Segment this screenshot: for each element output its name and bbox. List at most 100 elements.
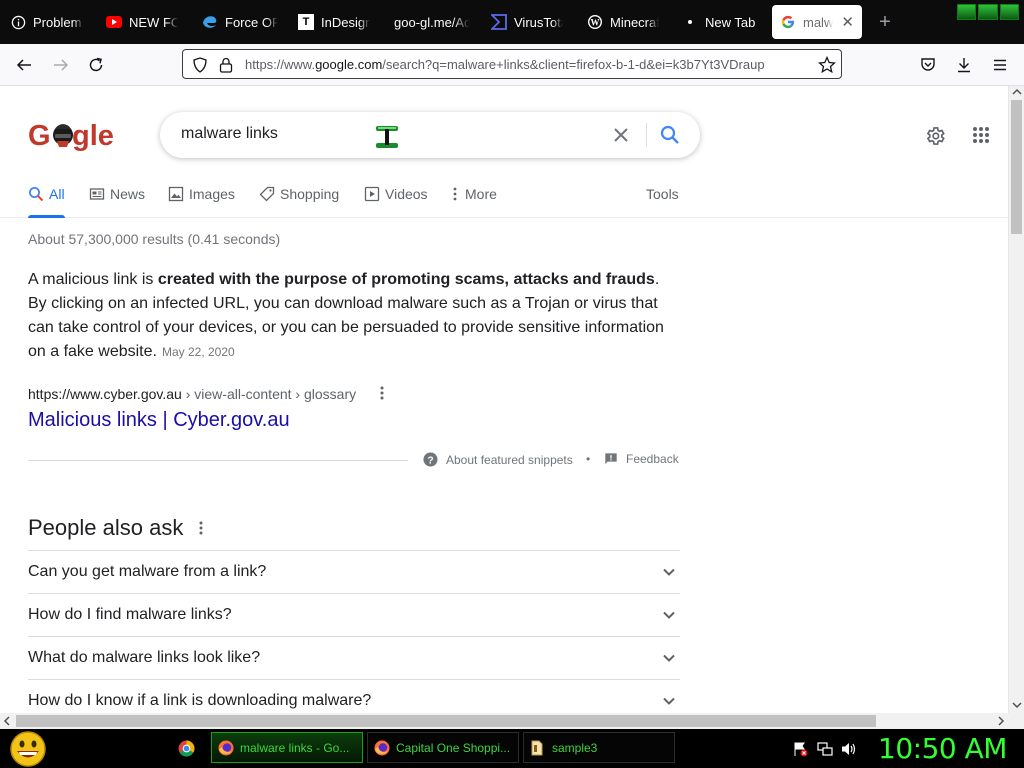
separator-dot: • xyxy=(586,452,591,466)
scroll-right-arrow-icon[interactable] xyxy=(997,716,1005,726)
tab-virustotal[interactable]: VirusTotal xyxy=(491,5,563,39)
help-circle-icon: ? xyxy=(423,452,438,467)
taskbar-task-firefox-malware[interactable]: malware links - Go... xyxy=(211,732,363,763)
paa-options-icon[interactable] xyxy=(198,520,204,536)
desktop-screen: Problem loading page NEW FORMAT Force OP… xyxy=(0,0,1024,768)
tab-force-op[interactable]: Force OP xyxy=(202,5,278,39)
app-menu-button[interactable] xyxy=(985,50,1015,80)
paa-question[interactable]: How do I know if a link is downloading m… xyxy=(28,679,680,713)
new-tab-button[interactable]: + xyxy=(874,10,896,34)
tab-label: goo-gl.me/Ad xyxy=(394,14,470,30)
tab-all-label: All xyxy=(49,186,65,202)
forward-button[interactable] xyxy=(46,50,76,80)
tab-malware-links[interactable]: malware links ✕ xyxy=(772,5,862,39)
tools-label: Tools xyxy=(646,186,679,202)
tab-news[interactable]: News xyxy=(89,186,145,218)
maximize-button[interactable] xyxy=(978,4,998,20)
tab-videos[interactable]: Videos xyxy=(364,186,428,218)
svg-text:W: W xyxy=(591,18,600,28)
people-also-ask-heading: People also ask xyxy=(28,515,184,540)
paa-question[interactable]: How do I find malware links? xyxy=(28,593,680,636)
forward-arrow-icon xyxy=(54,59,69,71)
dot-icon xyxy=(682,14,698,30)
paa-question[interactable]: What do malware links look like? xyxy=(28,636,680,679)
chevron-down-icon xyxy=(663,654,675,662)
paa-question-text: How do I know if a link is downloading m… xyxy=(28,692,372,709)
scroll-up-arrow-icon[interactable] xyxy=(1012,88,1022,96)
scroll-down-arrow-icon[interactable] xyxy=(1012,701,1022,709)
clear-search-icon[interactable] xyxy=(613,127,629,143)
feedback-link[interactable]: Feedback xyxy=(604,452,679,466)
chevron-down-icon xyxy=(663,568,675,576)
horizontal-scrollbar[interactable] xyxy=(0,713,1024,729)
result-options-icon[interactable] xyxy=(379,385,385,401)
snippet-divider xyxy=(28,460,408,461)
downloads-button[interactable] xyxy=(949,50,979,80)
navigation-toolbar: https://www.google.com/search?q=malware+… xyxy=(0,44,1024,86)
window-controls[interactable] xyxy=(957,4,1019,20)
chrome-icon[interactable] xyxy=(178,740,195,757)
scroll-left-arrow-icon[interactable] xyxy=(3,716,11,726)
tab-images[interactable]: Images xyxy=(168,186,235,218)
search-input[interactable]: malware links xyxy=(181,125,278,143)
result-cite[interactable]: https://www.cyber.gov.au › view-all-cont… xyxy=(28,386,356,402)
firefox-icon xyxy=(218,740,234,756)
close-window-button[interactable] xyxy=(999,4,1019,20)
t-logo-icon: T xyxy=(298,14,314,30)
action-center-flag-icon[interactable] xyxy=(792,741,808,757)
featured-snippet-text: A malicious link is created with the pur… xyxy=(28,268,678,364)
tab-new-format[interactable]: NEW FORMAT xyxy=(106,5,178,39)
image-icon xyxy=(168,186,184,202)
tab-label: NEW FORMAT xyxy=(129,14,178,30)
result-title-link[interactable]: Malicious links | Cyber.gov.au xyxy=(28,409,290,432)
url-text[interactable]: https://www.google.com/search?q=malware+… xyxy=(245,57,811,72)
tab-goo-gl[interactable]: goo-gl.me/Ad xyxy=(394,5,470,39)
bookmark-star-icon[interactable] xyxy=(818,56,836,74)
search-icon[interactable] xyxy=(660,125,680,145)
reload-button[interactable] xyxy=(81,50,111,80)
address-bar[interactable]: https://www.google.com/search?q=malware+… xyxy=(182,49,842,79)
document-icon xyxy=(530,740,546,756)
vertical-scrollbar[interactable] xyxy=(1008,86,1024,713)
search-box[interactable]: malware links xyxy=(160,112,700,158)
vertical-scroll-thumb[interactable] xyxy=(1011,100,1022,234)
taskbar-task-sample3[interactable]: sample3 xyxy=(523,732,675,763)
tab-label: Force OP xyxy=(225,14,278,30)
hamburger-menu-icon xyxy=(994,59,1006,71)
tab-problem-loading[interactable]: Problem loading page xyxy=(10,5,84,39)
svg-text:?: ? xyxy=(427,455,433,466)
tab-news-label: News xyxy=(110,186,146,202)
pocket-button[interactable] xyxy=(913,50,943,80)
minimize-button[interactable] xyxy=(957,4,977,20)
tab-shopping[interactable]: Shopping xyxy=(259,186,339,218)
network-icon[interactable] xyxy=(817,741,833,757)
horizontal-scroll-thumb[interactable] xyxy=(16,715,876,727)
text-cursor-icon xyxy=(376,126,398,148)
more-dots-icon xyxy=(452,186,460,202)
tab-minecraft[interactable]: W Minecraft xyxy=(587,5,659,39)
url-path: /search?q=malware+links&client=firefox-b… xyxy=(382,57,765,72)
lock-icon[interactable] xyxy=(219,57,233,73)
about-featured-snippets[interactable]: ? About featured snippets xyxy=(423,452,573,467)
back-button[interactable] xyxy=(9,50,39,80)
volume-icon[interactable] xyxy=(841,741,857,757)
tools-button[interactable]: Tools xyxy=(646,186,679,218)
tab-all[interactable]: All xyxy=(28,186,65,218)
google-doodle-logo[interactable]: G gle xyxy=(28,117,116,152)
tab-more-label: More xyxy=(465,186,497,202)
result-stats: About 57,300,000 results (0.41 seconds) xyxy=(28,231,281,247)
start-button-smiley-icon[interactable] xyxy=(8,731,48,767)
google-apps-icon[interactable] xyxy=(972,126,990,144)
tab-more[interactable]: More xyxy=(452,186,497,218)
tab-label: Problem loading page xyxy=(33,14,84,30)
paa-question[interactable]: Can you get malware from a link? xyxy=(28,550,680,593)
taskbar-task-capital-one[interactable]: Capital One Shoppi... xyxy=(367,732,519,763)
tracking-shield-icon[interactable] xyxy=(192,57,208,73)
snippet-date: May 22, 2020 xyxy=(161,345,235,359)
close-tab-icon[interactable]: ✕ xyxy=(841,13,854,31)
system-clock[interactable]: 10:50 AM xyxy=(878,732,1007,765)
settings-gear-icon[interactable] xyxy=(924,125,946,147)
tab-new-tab[interactable]: New Tab xyxy=(682,5,762,39)
feedback-icon xyxy=(605,453,617,465)
tab-indesign[interactable]: T InDesign xyxy=(298,5,370,39)
